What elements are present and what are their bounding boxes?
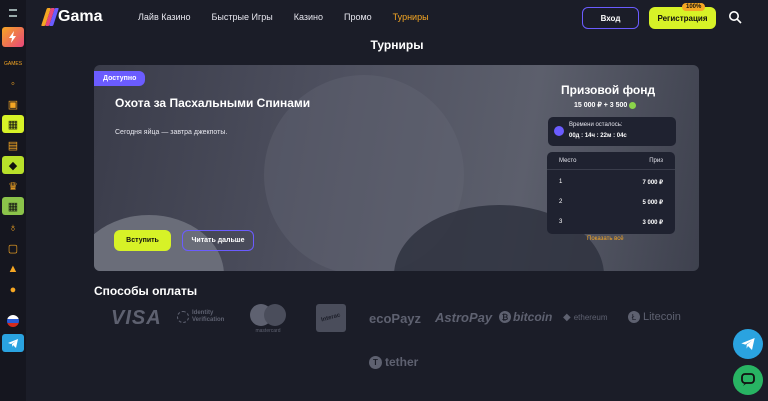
place-number: 1 <box>559 179 563 185</box>
ecopayz-logo: ecoPayz <box>369 311 422 326</box>
mastercard-text: mastercard <box>255 328 281 334</box>
register-button[interactable]: Регистрация <box>649 7 716 29</box>
prize-table: Место Приз 1 7 000 ₽ 2 5 000 ₽ 3 3 000 ₽ <box>547 152 675 234</box>
logo-mark-icon <box>41 8 59 26</box>
main-nav: Лайв Казино Быстрые Игры Казино Промо Ту… <box>138 12 450 22</box>
ethereum-logo: ◆ ethereum <box>563 312 608 323</box>
search-icon[interactable] <box>728 10 742 24</box>
calendar-icon[interactable]: ▦ <box>2 197 24 215</box>
join-button[interactable]: Вступить <box>114 230 171 251</box>
tournament-subtitle: Сегодня яйца — завтра джекпоты. <box>115 129 228 136</box>
read-more-button[interactable]: Читать дальше <box>182 230 254 251</box>
logo[interactable]: Gama <box>41 6 103 28</box>
android-icon[interactable]: ▲ <box>4 261 22 277</box>
column-place: Место <box>559 157 577 164</box>
litecoin-text: Litecoin <box>643 311 681 323</box>
badge-icon[interactable]: ◦ <box>4 76 22 92</box>
top-header: Gama Лайв Казино Быстрые Игры Казино Про… <box>26 0 768 36</box>
tournament-title: Охота за Пасхальными Спинами <box>115 96 311 110</box>
tether-text: tether <box>385 355 419 369</box>
fingerprint-icon <box>177 311 189 323</box>
lightning-icon[interactable] <box>2 27 24 47</box>
russia-flag-icon[interactable] <box>4 313 22 329</box>
visa-logo: VISA <box>111 307 162 329</box>
interac-text: Interac <box>320 312 342 324</box>
apple-icon[interactable]: ● <box>4 282 22 298</box>
interac-logo: Interac <box>316 304 346 332</box>
gift-icon[interactable]: ▦ <box>2 115 24 133</box>
telegram-icon[interactable] <box>2 334 24 352</box>
logo-text: Gama <box>58 8 103 25</box>
countdown-timer: Времени осталось: 00д : 14ч : 22м : 04с <box>548 117 676 146</box>
bitcoin-logo: ₿ bitcoin <box>499 310 552 324</box>
prize-amount: 3 000 ₽ <box>642 219 664 226</box>
identity-verification-logo: Identity Verification <box>177 310 240 324</box>
table-row: 1 7 000 ₽ <box>547 173 675 191</box>
trophy-icon[interactable]: ♛ <box>4 178 22 194</box>
coin-icon <box>629 101 637 109</box>
chat-icon[interactable]: ▢ <box>4 240 22 256</box>
bulb-icon[interactable]: ♁ <box>4 220 22 236</box>
show-all-link[interactable]: Показать всё <box>587 236 624 242</box>
mastercard-circles-icon <box>250 304 286 326</box>
prize-fund-amount: 15 000 ₽ + 3 500 <box>574 102 628 109</box>
mastercard-logo: mastercard <box>250 304 286 334</box>
place-number: 2 <box>559 199 563 205</box>
astropay-logo: AstroPay <box>435 310 493 325</box>
bitcoin-text: bitcoin <box>513 310 553 324</box>
timer-value: 00д : 14ч : 22м : 04с <box>569 133 627 139</box>
chat-bubble-icon <box>741 373 755 386</box>
prize-amount: 5 000 ₽ <box>642 199 664 206</box>
column-prize: Приз <box>649 157 663 164</box>
tournament-card: Доступно Охота за Пасхальными Спинами Се… <box>94 65 699 271</box>
prize-table-header: Место Приз <box>547 152 675 170</box>
nav-promo[interactable]: Промо <box>344 12 372 22</box>
login-button[interactable]: Вход <box>582 7 639 29</box>
table-row: 2 5 000 ₽ <box>547 193 675 211</box>
tether-logo: T tether <box>369 355 418 369</box>
prize-amount: 7 000 ₽ <box>642 179 664 186</box>
nav-casino[interactable]: Казино <box>294 12 323 22</box>
identity-verification-text: Identity Verification <box>192 310 225 323</box>
prize-fund-value: 15 000 ₽ + 3 500 <box>574 101 637 109</box>
menu-icon[interactable] <box>9 9 17 17</box>
payments-title: Способы оплаты <box>94 284 198 298</box>
status-badge: Доступно <box>94 71 146 86</box>
gift-box-icon[interactable]: ▤ <box>4 137 22 153</box>
clock-icon <box>554 126 564 136</box>
tether-icon: T <box>369 355 382 369</box>
litecoin-logo: Ł Litecoin <box>628 311 681 323</box>
litecoin-icon: Ł <box>628 311 640 323</box>
telegram-float-button[interactable] <box>733 329 763 359</box>
promo-label-icon[interactable]: GAMES <box>4 56 22 72</box>
prize-fund-title: Призовой фонд <box>561 83 656 97</box>
bitcoin-icon: ₿ <box>499 311 511 323</box>
place-number: 3 <box>559 219 563 225</box>
timer-label: Времени осталось: <box>569 122 623 128</box>
left-rail: GAMES ◦ ▣ ▦ ▤ ◆ ♛ ▦ ♁ ▢ ▲ ● <box>0 0 26 401</box>
register-bonus-badge: 100% <box>682 3 706 11</box>
ethereum-text: ethereum <box>573 313 608 322</box>
nav-fast-games[interactable]: Быстрые Игры <box>212 12 273 22</box>
chat-float-button[interactable] <box>733 365 763 395</box>
table-row: 3 3 000 ₽ <box>547 213 675 231</box>
ethereum-icon: ◆ <box>563 312 571 323</box>
ticket-icon[interactable]: ◆ <box>2 156 24 174</box>
page-title: Турниры <box>370 38 424 52</box>
nav-live-casino[interactable]: Лайв Казино <box>138 12 191 22</box>
nav-tournaments[interactable]: Турниры <box>393 12 429 22</box>
chest-icon[interactable]: ▣ <box>4 96 22 112</box>
telegram-icon <box>741 338 755 350</box>
